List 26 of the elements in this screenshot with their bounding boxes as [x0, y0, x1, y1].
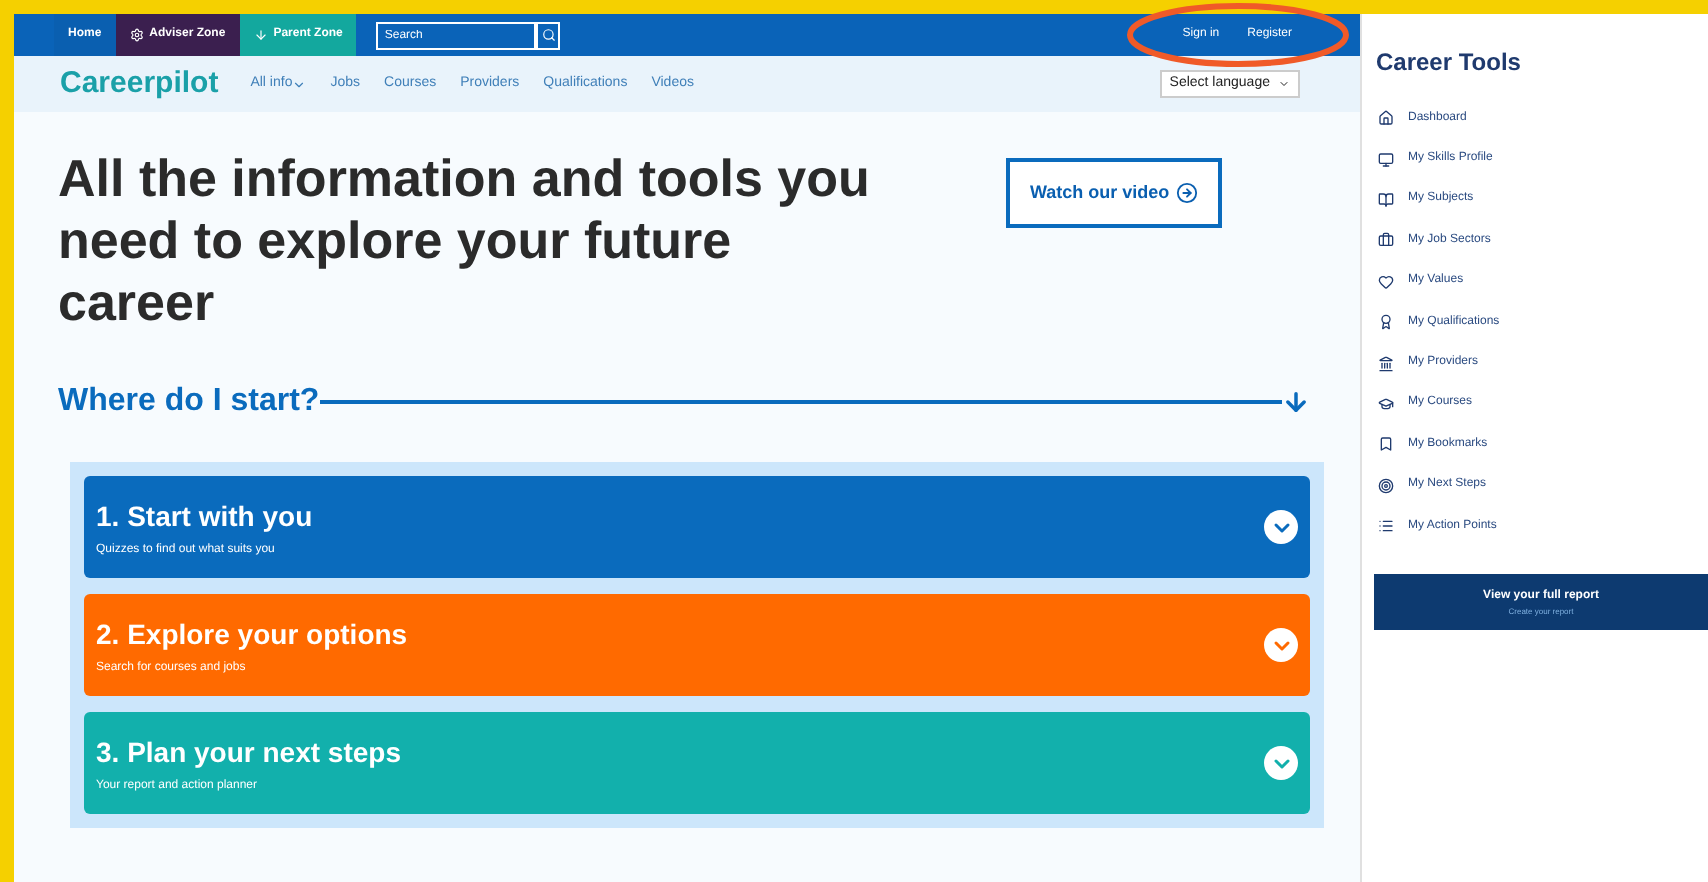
chevron-icon: [1264, 510, 1298, 544]
step-title: 3. Plan your next steps: [96, 733, 403, 772]
arrow-icon: [253, 28, 268, 42]
search-icon: [541, 28, 556, 42]
tool-icon: [1378, 395, 1394, 412]
step-title: 2. Explore your options: [96, 615, 410, 654]
tool-icon: [1378, 191, 1394, 208]
hero-heading: All the information and tools you need to explore your future career: [58, 148, 872, 334]
video-button[interactable]: Watch our video: [1006, 158, 1222, 228]
tool-icon: [1378, 355, 1394, 372]
tool-icon: [1378, 518, 1394, 535]
tool-icon: [1378, 436, 1394, 453]
gear-icon: [129, 28, 144, 42]
tool-icon: [1378, 477, 1394, 494]
chevron-icon: [1264, 628, 1298, 662]
caret-icon: [1278, 78, 1290, 90]
tool-icon: [1378, 273, 1394, 290]
tool-icon: [1378, 232, 1394, 249]
step-title: 1. Start with you: [96, 497, 315, 536]
section-heading: Where do I start?: [58, 382, 320, 422]
sidebar-title: Career Tools: [1374, 46, 1523, 80]
chevron-icon: [1264, 746, 1298, 780]
tool-icon: [1378, 314, 1394, 331]
tool-icon: [1378, 110, 1394, 127]
tool-icon: [1378, 151, 1394, 168]
search-button[interactable]: [536, 21, 561, 49]
